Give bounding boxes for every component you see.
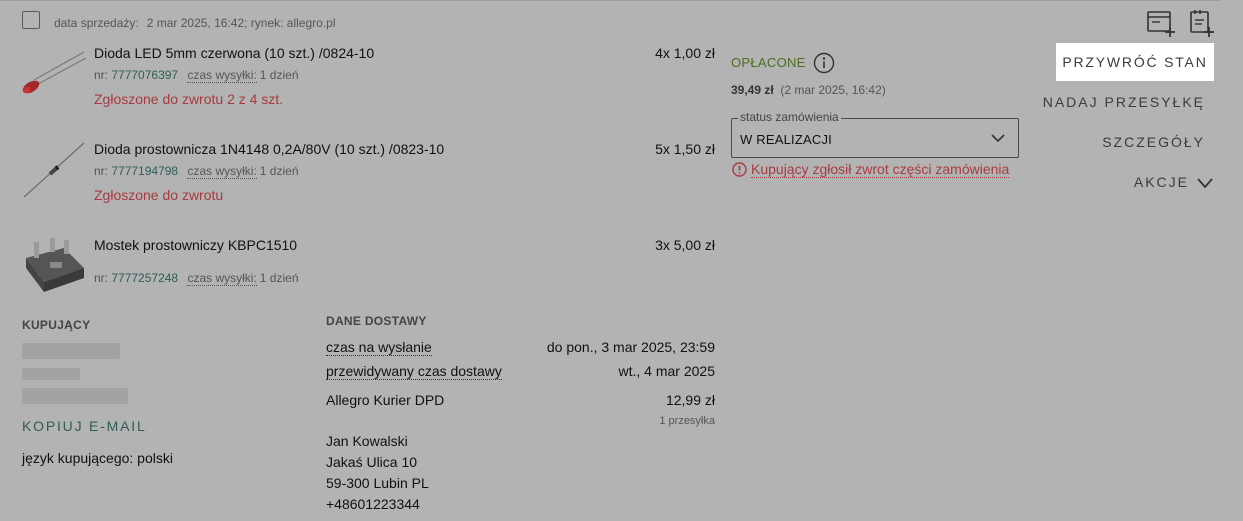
item-qty-price: 5x 1,50 zł: [655, 141, 715, 157]
address-street: Jakaś Ulica 10: [326, 454, 418, 470]
item-nr-label: nr:: [94, 164, 109, 178]
item-nr-label: nr:: [94, 68, 109, 82]
bridge-rectifier-thumbnail[interactable]: [20, 234, 88, 294]
invoice-add-icon[interactable]: [1146, 8, 1178, 38]
shipping-time-value: 1 dzień: [259, 68, 299, 82]
buyer-language: język kupującego: polski: [22, 450, 173, 466]
card-top-divider: [0, 0, 1220, 1]
shipping-time-value: 1 dzień: [259, 271, 299, 285]
send-parcel-button[interactable]: NADAJ PRZESYŁKĘ: [1043, 94, 1205, 110]
item-qty-price: 4x 1,00 zł: [655, 45, 715, 61]
item-title[interactable]: Mostek prostowniczy KBPC1510: [94, 237, 297, 253]
item-number-link[interactable]: 7777257248: [111, 271, 178, 285]
parcel-count: 1 przesyłka: [659, 415, 715, 427]
shipping-time-label[interactable]: czas wysyłki:: [187, 164, 257, 179]
actions-menu-button[interactable]: AKCJE: [1134, 174, 1189, 190]
rectifier-diode-thumbnail[interactable]: [20, 139, 88, 199]
item-meta: nr: 7777076397 czas wysyłki: 1 dzień: [94, 68, 299, 83]
address-phone: +48601223344: [326, 496, 420, 512]
send-deadline-value: do pon., 3 mar 2025, 23:59: [546, 339, 715, 355]
restore-stock-button[interactable]: PRZYWRÓĆ STAN: [1056, 43, 1214, 81]
payment-amount: 39,49 zł (2 mar 2025, 16:42): [731, 83, 886, 97]
copy-email-button[interactable]: KOPIUJ E-MAIL: [22, 418, 147, 434]
redacted-buyer-email: [22, 388, 128, 404]
led-diode-thumbnail[interactable]: [20, 44, 88, 104]
item-number-link[interactable]: 7777076397: [111, 68, 178, 82]
order-status-legend: status zamówienia: [738, 110, 841, 124]
select-order-checkbox[interactable]: [22, 11, 40, 29]
item-title[interactable]: Dioda LED 5mm czerwona (10 szt.) /0824-1…: [94, 45, 374, 61]
buyer-section-title: KUPUJĄCY: [22, 318, 91, 332]
sale-info: data sprzedaży: 2 mar 2025, 16:42; rynek:…: [54, 16, 336, 30]
item-title[interactable]: Dioda prostownicza 1N4148 0,2A/80V (10 s…: [94, 141, 444, 157]
chevron-down-icon[interactable]: [990, 132, 1006, 144]
expected-delivery-value: wt., 4 mar 2025: [618, 363, 716, 379]
item-meta: nr: 7777257248 czas wysyłki: 1 dzień: [94, 271, 299, 286]
item-number-link[interactable]: 7777194798: [111, 164, 178, 178]
redacted-buyer-name: [22, 343, 120, 359]
payment-date: (2 mar 2025, 16:42): [780, 83, 886, 97]
order-status-value[interactable]: W REALIZACJI: [740, 132, 832, 147]
expected-delivery-label[interactable]: przewidywany czas dostawy: [326, 363, 502, 380]
item-return-status: Zgłoszone do zwrotu: [94, 187, 224, 203]
shipping-time-value: 1 dzień: [259, 164, 299, 178]
return-warning-link[interactable]: Kupujący zgłosił zwrot części zamówienia: [751, 161, 1010, 178]
redacted-buyer-login: [22, 368, 80, 380]
shipping-time-label[interactable]: czas wysyłki:: [187, 68, 257, 83]
sale-date-value: 2 mar 2025, 16:42; rynek: allegro.pl: [146, 16, 336, 30]
shipping-time-label[interactable]: czas wysyłki:: [187, 271, 257, 286]
info-icon[interactable]: [813, 52, 835, 74]
warning-icon: [732, 162, 747, 177]
send-deadline-label[interactable]: czas na wysłanie: [326, 339, 432, 356]
address-city: 59-300 Lubin PL: [326, 475, 429, 491]
payment-total: 39,49 zł: [731, 83, 774, 97]
carrier-name: Allegro Kurier DPD: [326, 392, 445, 408]
item-nr-label: nr:: [94, 271, 109, 285]
delivery-section-title: DANE DOSTAWY: [326, 314, 427, 328]
chevron-down-icon[interactable]: [1196, 176, 1214, 190]
address-name: Jan Kowalski: [326, 433, 408, 449]
details-button[interactable]: SZCZEGÓŁY: [1102, 134, 1205, 150]
item-return-status: Zgłoszone do zwrotu 2 z 4 szt.: [94, 91, 284, 107]
item-meta: nr: 7777194798 czas wysyłki: 1 dzień: [94, 164, 299, 179]
delivery-price: 12,99 zł: [665, 392, 715, 408]
item-qty-price: 3x 5,00 zł: [655, 237, 715, 253]
payment-status: OPŁACONE: [731, 55, 806, 70]
notes-add-icon[interactable]: [1188, 8, 1216, 38]
sale-date-label: data sprzedaży:: [54, 16, 139, 30]
